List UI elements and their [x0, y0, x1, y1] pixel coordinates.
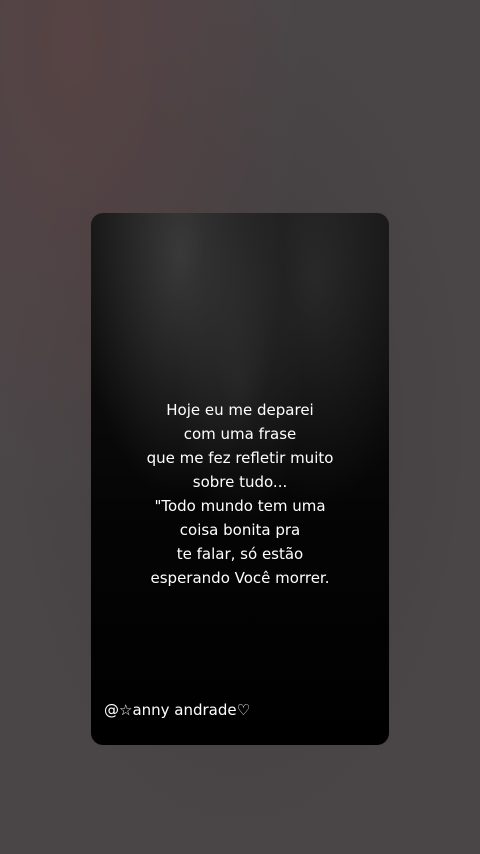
quote-line: te falar, só estão: [176, 545, 304, 563]
story-card: Hoje eu me deparei com uma frase que me …: [91, 213, 389, 745]
quote-line: coisa bonita pra: [179, 521, 301, 539]
quote-line: com uma frase: [183, 425, 297, 443]
quote-line: sobre tudo...: [192, 473, 288, 491]
quote-line: que me fez refletir muito: [146, 449, 334, 467]
quote-text: Hoje eu me deparei com uma frase que me …: [91, 398, 389, 590]
quote-line: esperando Você morrer.: [150, 569, 330, 587]
quote-line: Hoje eu me deparei: [166, 401, 314, 419]
author-handle: @☆anny andrade♡: [104, 701, 251, 719]
quote-line: "Todo mundo tem uma: [154, 497, 326, 515]
